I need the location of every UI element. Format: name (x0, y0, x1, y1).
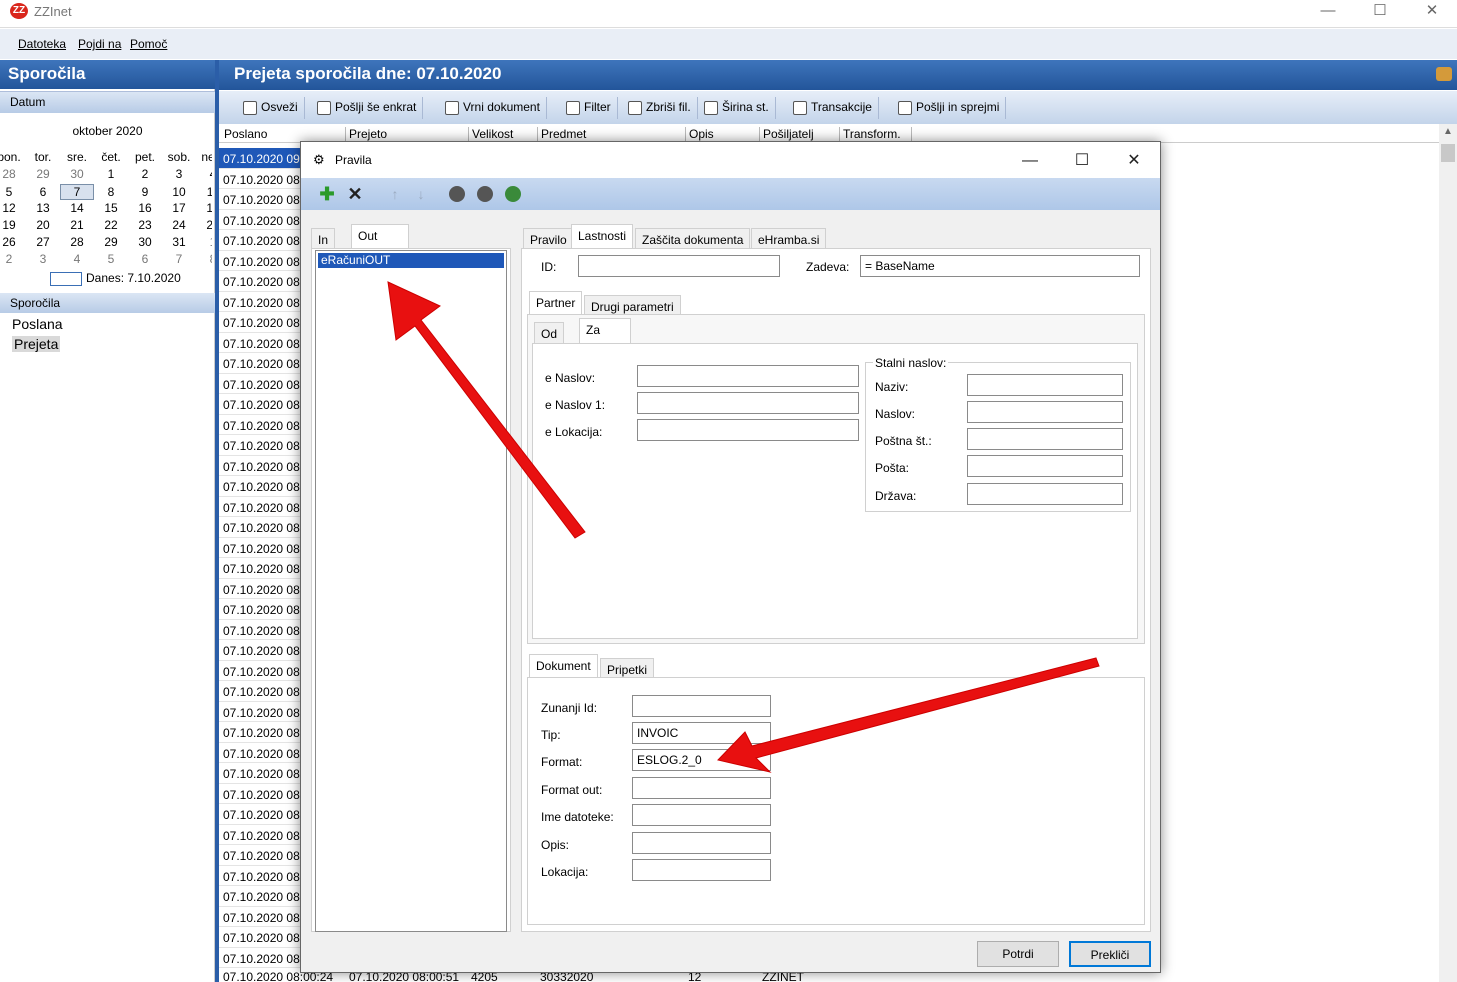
annotation-arrows (387, 281, 1100, 773)
arrow-to-format-field (717, 657, 1100, 773)
arrow-to-list-item (387, 281, 586, 539)
